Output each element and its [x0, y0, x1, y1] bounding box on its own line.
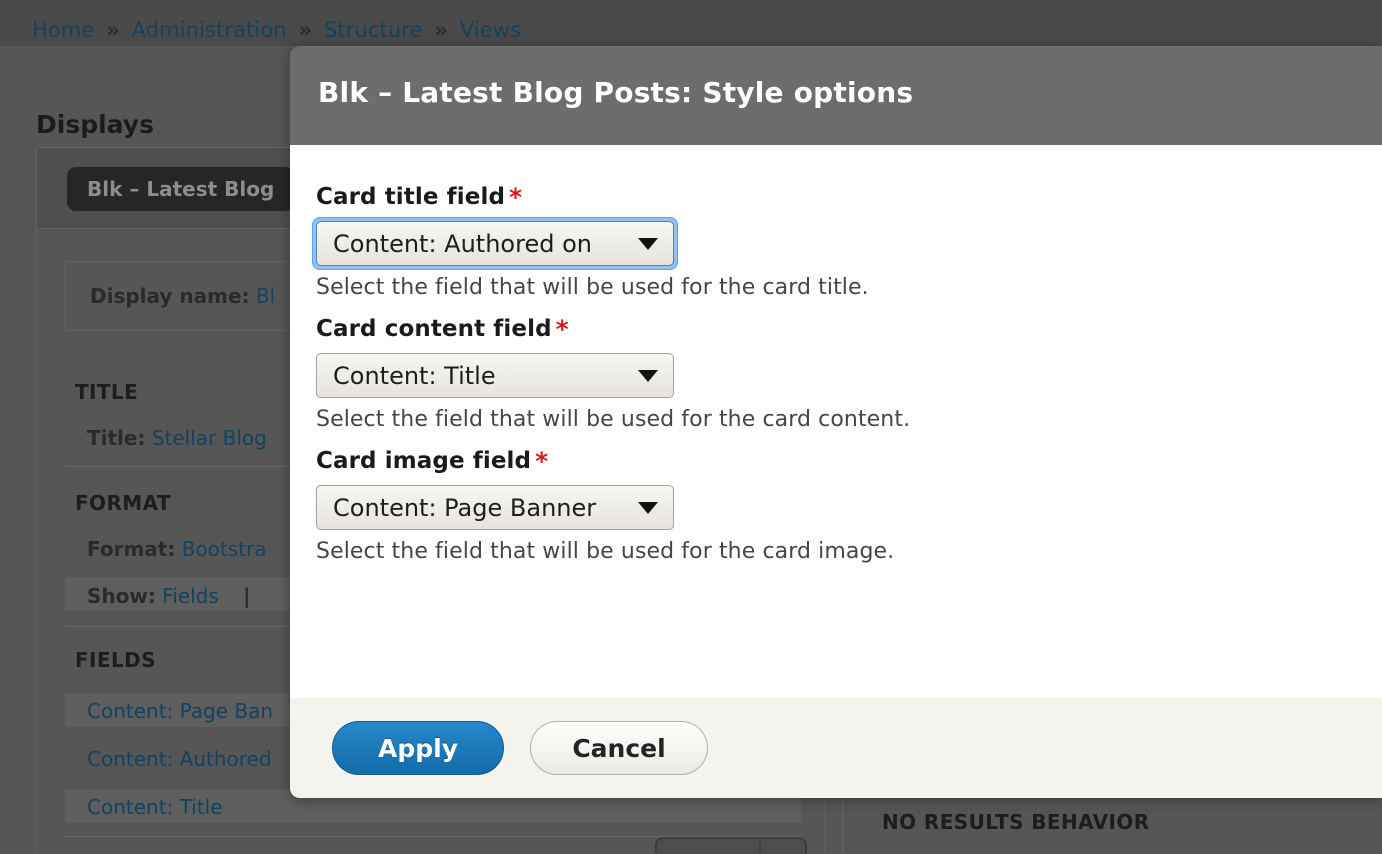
- label-text: Card title field: [316, 184, 506, 210]
- select-wrap-card-image-field[interactable]: Content: Page Banner: [316, 485, 674, 530]
- tab-blk-latest-blog[interactable]: Blk – Latest Blog: [67, 167, 295, 211]
- required-marker: *: [535, 447, 549, 476]
- section-heading-title: TITLE: [75, 380, 139, 404]
- dialog-title: Blk – Latest Blog Posts: Style options: [318, 76, 914, 109]
- breadcrumb-item-views[interactable]: Views: [460, 18, 521, 42]
- button-group-divider: [759, 839, 761, 854]
- row-show-suffix: |: [243, 584, 251, 608]
- select-card-content-field[interactable]: Content: Title: [316, 353, 674, 398]
- row-format-value[interactable]: Bootstra: [182, 537, 267, 561]
- breadcrumb-item-home[interactable]: Home: [32, 18, 94, 42]
- label-card-title-field: Card title field *: [316, 183, 1382, 212]
- button-group[interactable]: [655, 837, 807, 854]
- breadcrumb-item-structure[interactable]: Structure: [324, 18, 423, 42]
- row-show[interactable]: Show: Fields |: [87, 584, 250, 608]
- row-field-authored-on[interactable]: Content: Authored: [87, 747, 272, 771]
- dialog-footer: Apply Cancel: [290, 698, 1382, 798]
- row-title-value[interactable]: Stellar Blog: [152, 426, 267, 450]
- row-field-page-banner[interactable]: Content: Page Ban: [87, 699, 273, 723]
- label-text: Card image field: [316, 448, 532, 474]
- row-format[interactable]: Format: Bootstra: [87, 537, 267, 561]
- row-title-label: Title:: [87, 426, 146, 450]
- row-field-value[interactable]: Content: Page Ban: [87, 699, 273, 723]
- dialog-header: Blk – Latest Blog Posts: Style options: [290, 46, 1382, 145]
- required-marker: *: [555, 315, 569, 344]
- label-card-content-field: Card content field *: [316, 315, 1382, 344]
- row-title[interactable]: Title: Stellar Blog: [87, 426, 267, 450]
- row-field-title[interactable]: Content: Title: [87, 795, 223, 819]
- display-name-row: Display name: Bl: [90, 284, 275, 308]
- label-text: Card content field: [316, 316, 552, 342]
- row-show-label: Show:: [87, 584, 156, 608]
- display-name-label: Display name:: [90, 284, 250, 308]
- form-item-card-content-field: Card content field * Content: Title Selec…: [316, 315, 1382, 432]
- chevron-down-icon: [638, 369, 658, 382]
- row-field-value[interactable]: Content: Title: [87, 795, 223, 819]
- description-card-image-field: Select the field that will be used for t…: [316, 539, 895, 564]
- dialog-body: Card title field * Content: Authored on S…: [290, 145, 1382, 698]
- section-heading-fields: FIELDS: [75, 648, 156, 672]
- select-value: Content: Page Banner: [333, 493, 597, 522]
- apply-button[interactable]: Apply: [332, 721, 504, 775]
- breadcrumb-item-administration[interactable]: Administration: [132, 18, 287, 42]
- breadcrumb-separator-icon: »: [106, 18, 120, 42]
- section-heading-no-results-behavior: NO RESULTS BEHAVIOR: [882, 810, 1150, 834]
- style-options-dialog: Blk – Latest Blog Posts: Style options C…: [290, 46, 1382, 798]
- section-heading-format: FORMAT: [75, 491, 171, 515]
- breadcrumb-separator-icon: »: [298, 18, 313, 42]
- row-format-label: Format:: [87, 537, 176, 561]
- chevron-down-icon: [638, 501, 658, 514]
- select-wrap-card-title-field[interactable]: Content: Authored on: [312, 217, 678, 270]
- label-card-image-field: Card image field *: [316, 447, 1382, 476]
- required-marker: *: [509, 183, 523, 212]
- select-value: Content: Title: [333, 361, 496, 390]
- select-wrap-card-content-field[interactable]: Content: Title: [316, 353, 674, 398]
- screen: Home » Administration » Structure » View…: [0, 0, 1382, 854]
- breadcrumb-separator-icon: »: [434, 18, 449, 42]
- chevron-down-icon: [638, 237, 658, 250]
- row-show-value[interactable]: Fields: [162, 584, 219, 608]
- select-card-image-field[interactable]: Content: Page Banner: [316, 485, 674, 530]
- description-card-title-field: Select the field that will be used for t…: [316, 275, 869, 300]
- select-card-title-field[interactable]: Content: Authored on: [316, 221, 674, 266]
- description-card-content-field: Select the field that will be used for t…: [316, 407, 911, 432]
- page-title: Displays: [36, 110, 154, 139]
- select-value: Content: Authored on: [333, 229, 592, 258]
- row-field-value[interactable]: Content: Authored: [87, 747, 272, 771]
- form-item-card-title-field: Card title field * Content: Authored on S…: [312, 183, 1382, 300]
- breadcrumb: Home » Administration » Structure » View…: [32, 18, 521, 42]
- display-name-value[interactable]: Bl: [256, 284, 275, 308]
- cancel-button[interactable]: Cancel: [530, 721, 708, 775]
- form-item-card-image-field: Card image field * Content: Page Banner S…: [316, 447, 1382, 564]
